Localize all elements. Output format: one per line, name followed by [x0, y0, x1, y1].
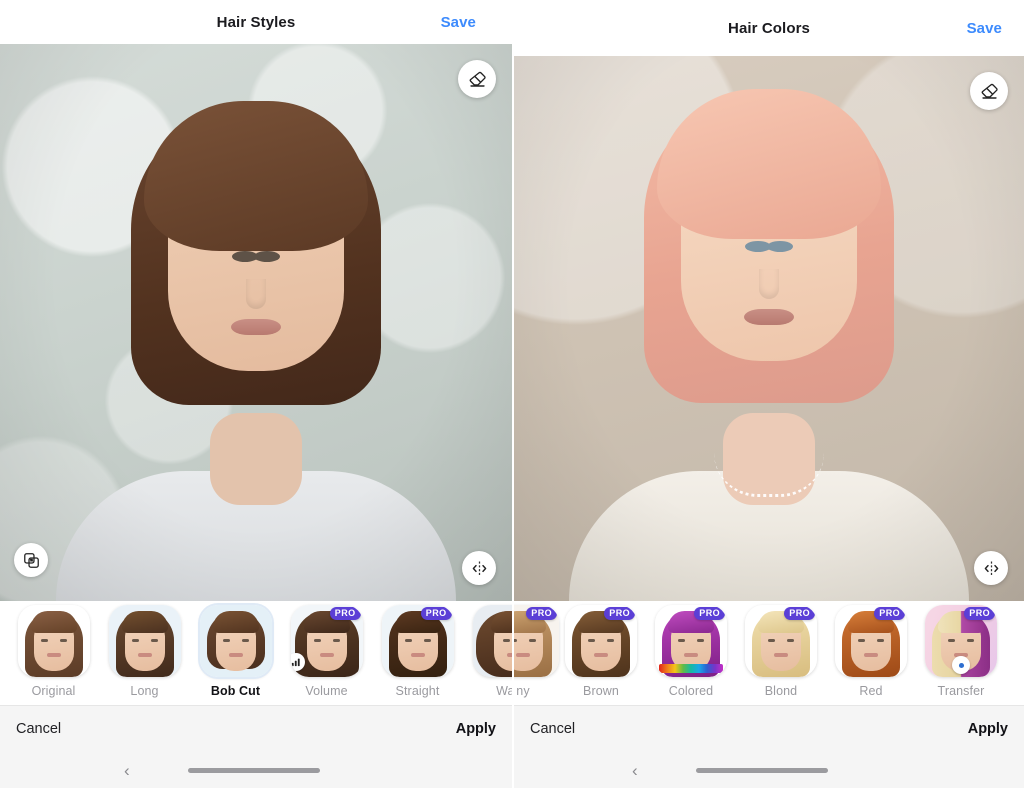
before-after-split-icon: [984, 561, 998, 575]
split-compare-button[interactable]: [974, 551, 1008, 585]
thumb-item-bob-cut[interactable]: Bob Cut: [190, 601, 281, 698]
thumb-label: Long: [130, 684, 159, 698]
color-spectrum-bar: [659, 664, 723, 673]
eraser-icon: [981, 83, 998, 99]
hair-style-thumbnail-strip[interactable]: Original Long Bob Cut PRO Volume PRO Str…: [0, 601, 512, 705]
chevron-left-icon[interactable]: ‹: [632, 762, 638, 779]
photo-hair-styles: [0, 44, 512, 601]
volume-level-badge[interactable]: [290, 653, 305, 671]
pro-badge: PRO: [964, 607, 995, 620]
system-navigation-bar: ‹: [514, 752, 1024, 788]
cancel-button[interactable]: Cancel: [530, 721, 575, 737]
signal-bars-icon: [291, 658, 300, 667]
thumb-label: ny: [516, 684, 530, 698]
apply-button[interactable]: Apply: [456, 721, 496, 737]
cancel-button[interactable]: Cancel: [16, 721, 61, 737]
thumb-label: Bob Cut: [210, 684, 261, 698]
pro-badge: PRO: [604, 607, 635, 620]
thumb-item-brown[interactable]: PRO Brown: [556, 601, 646, 698]
thumbnail-image[interactable]: PRO: [655, 605, 727, 677]
thumbnail-image[interactable]: [108, 605, 181, 677]
thumb-label: Original: [31, 684, 76, 698]
thumbnail-image[interactable]: PRO: [514, 605, 559, 677]
page-title: Hair Colors: [728, 19, 810, 37]
thumb-item-transfer[interactable]: PRO Transfer: [916, 601, 1006, 698]
photo-stage[interactable]: [0, 44, 512, 601]
compare-layers-icon: [23, 552, 39, 568]
eraser-button[interactable]: [970, 72, 1008, 110]
header-bar: Hair Colors Save: [514, 0, 1024, 56]
compare-button[interactable]: [14, 543, 48, 577]
photo-hair-colors: [514, 56, 1024, 601]
thumb-item-colored[interactable]: PRO Colored: [646, 601, 736, 698]
photo-stage[interactable]: [514, 56, 1024, 601]
transfer-source-badge[interactable]: [952, 656, 970, 674]
thumb-label: Volume: [305, 684, 348, 698]
thumb-label: Transfer: [937, 684, 985, 698]
thumbnail-image[interactable]: [17, 605, 90, 677]
pro-badge: PRO: [784, 607, 815, 620]
thumb-label: Brown: [583, 684, 619, 698]
home-indicator[interactable]: [696, 767, 828, 773]
apply-button[interactable]: Apply: [968, 721, 1008, 737]
thumbnail-image[interactable]: PRO: [745, 605, 817, 677]
thumb-label: Straight: [395, 684, 440, 698]
thumb-item-red[interactable]: PRO Red: [826, 601, 916, 698]
thumbnail-image[interactable]: PRO: [835, 605, 907, 677]
split-compare-button[interactable]: [462, 551, 496, 585]
footer-bar: Cancel Apply ‹: [0, 705, 512, 788]
eraser-button[interactable]: [458, 60, 496, 98]
system-navigation-bar: ‹: [0, 752, 512, 788]
thumb-label: Wav: [496, 684, 512, 698]
blue-dot-icon: [958, 662, 964, 668]
pro-badge: PRO: [329, 607, 361, 620]
page-title: Hair Styles: [216, 13, 296, 31]
footer-actions: Cancel Apply: [0, 706, 512, 752]
header-bar: Hair Styles Save: [0, 0, 512, 44]
pro-badge: PRO: [526, 607, 557, 620]
thumb-label: Red: [859, 684, 883, 698]
photo-vignette: [0, 44, 512, 601]
save-button[interactable]: Save: [441, 14, 476, 31]
screen-hair-colors: Hair Colors Save PRO ny PRO Brown PRO Co…: [512, 0, 1024, 788]
screen-hair-styles: Hair Styles Save Original Long Bob Cut P…: [0, 0, 512, 788]
thumbnail-image[interactable]: [472, 605, 512, 677]
thumb-item-shiny[interactable]: PRO ny: [514, 601, 559, 698]
before-after-split-icon: [472, 561, 486, 575]
hair-color-thumbnail-strip[interactable]: PRO ny PRO Brown PRO Colored PRO Blond P…: [514, 601, 1024, 705]
thumb-item-straight[interactable]: PRO Straight: [372, 601, 463, 698]
thumb-item-original[interactable]: Original: [8, 601, 99, 698]
thumb-label: Blond: [764, 684, 798, 698]
thumb-item-volume[interactable]: PRO Volume: [281, 601, 372, 698]
eraser-icon: [469, 71, 486, 87]
thumbnail-image[interactable]: PRO: [381, 605, 454, 677]
chevron-left-icon[interactable]: ‹: [124, 762, 130, 779]
pro-badge: PRO: [420, 607, 452, 620]
save-button[interactable]: Save: [967, 20, 1002, 37]
thumb-label: Colored: [668, 684, 714, 698]
dual-screenshot-container: Hair Styles Save Original Long Bob Cut P…: [0, 0, 1024, 788]
thumbnail-image[interactable]: [199, 605, 272, 677]
footer-bar: Cancel Apply ‹: [514, 705, 1024, 788]
thumbnail-image[interactable]: PRO: [565, 605, 637, 677]
thumb-item-blond[interactable]: PRO Blond: [736, 601, 826, 698]
thumb-item-long[interactable]: Long: [99, 601, 190, 698]
home-indicator[interactable]: [188, 767, 320, 773]
thumb-item-wavy[interactable]: Wav: [463, 601, 512, 698]
photo-vignette: [514, 56, 1024, 601]
pro-badge: PRO: [694, 607, 725, 620]
thumbnail-image[interactable]: PRO: [290, 605, 363, 677]
footer-actions: Cancel Apply: [514, 706, 1024, 752]
pro-badge: PRO: [874, 607, 905, 620]
thumbnail-image[interactable]: PRO: [925, 605, 997, 677]
